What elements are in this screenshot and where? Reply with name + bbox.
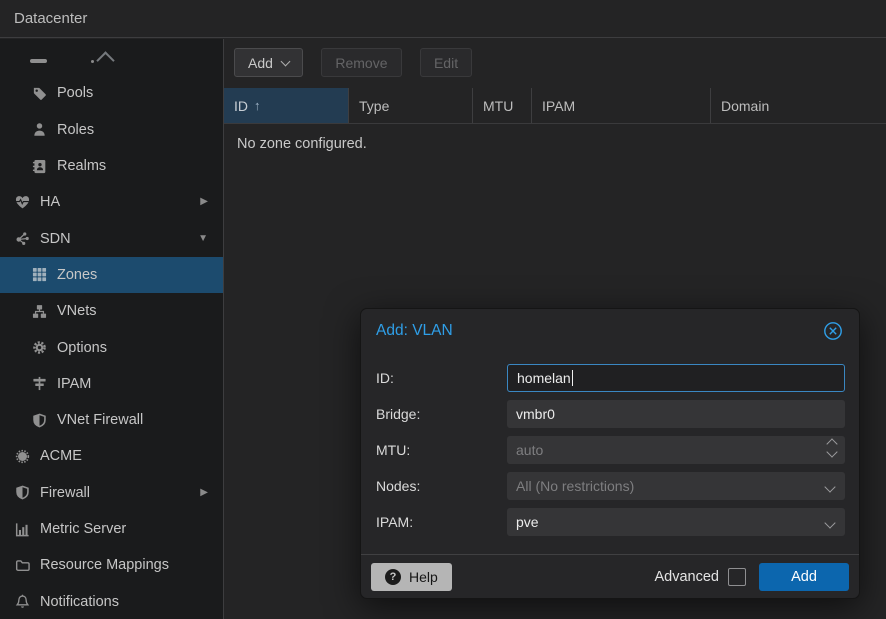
partial-dot bbox=[91, 60, 94, 63]
sidebar-item-realms[interactable]: Realms bbox=[0, 148, 223, 184]
caret-down-icon: ▼ bbox=[198, 234, 208, 244]
sidebar-item-vnets[interactable]: VNets bbox=[0, 293, 223, 329]
sidebar-item-roles[interactable]: Roles bbox=[0, 112, 223, 148]
sidebar-item-zones[interactable]: Zones bbox=[0, 257, 223, 293]
bridge-label: Bridge: bbox=[376, 406, 507, 422]
sidebar-nav: Pools Roles Realms HA ▶ SDN bbox=[0, 39, 224, 619]
sidebar-item-firewall[interactable]: Firewall ▶ bbox=[0, 475, 223, 511]
bell-icon bbox=[14, 594, 30, 610]
add-vlan-dialog: Add: VLAN ID: homelan Bridge: vmbr0 MT bbox=[360, 308, 860, 599]
caret-right-icon: ▶ bbox=[200, 197, 208, 207]
field-row-ipam: IPAM: pve bbox=[376, 508, 845, 536]
sidebar-item-label: HA bbox=[40, 194, 60, 210]
sidebar-item-acme[interactable]: ACME bbox=[0, 438, 223, 474]
bridge-input[interactable]: vmbr0 bbox=[507, 400, 845, 428]
page-title: Datacenter bbox=[0, 10, 87, 27]
column-header-type[interactable]: Type bbox=[349, 88, 473, 123]
user-icon bbox=[31, 122, 47, 138]
text-cursor bbox=[572, 370, 573, 386]
sidebar-item-label: Pools bbox=[57, 85, 93, 101]
nodes-select[interactable]: All (No restrictions) bbox=[507, 472, 845, 500]
dialog-body: ID: homelan Bridge: vmbr0 MTU: auto bbox=[361, 353, 859, 554]
address-book-icon bbox=[31, 158, 47, 174]
caret-right-icon: ▶ bbox=[200, 488, 208, 498]
sitemap-icon bbox=[31, 303, 47, 319]
sidebar-item-partial[interactable] bbox=[0, 39, 223, 75]
sidebar-item-label: Metric Server bbox=[40, 521, 126, 537]
tag-icon bbox=[31, 85, 47, 101]
chevron-down-icon bbox=[824, 481, 835, 492]
sidebar-item-resource-mappings[interactable]: Resource Mappings bbox=[0, 547, 223, 583]
nodes-label: Nodes: bbox=[376, 478, 507, 494]
sidebar-item-label: Realms bbox=[57, 158, 106, 174]
mtu-label: MTU: bbox=[376, 442, 507, 458]
mtu-spinner[interactable]: auto bbox=[507, 436, 845, 464]
zones-toolbar: Add Remove Edit bbox=[224, 39, 886, 88]
proxmox-datacenter-window: Datacenter Pools Roles Realms bbox=[0, 0, 886, 619]
edit-button[interactable]: Edit bbox=[420, 48, 472, 77]
sidebar-item-label: VNet Firewall bbox=[57, 412, 143, 428]
dialog-title: Add: VLAN bbox=[376, 322, 453, 340]
empty-state-text: No zone configured. bbox=[224, 124, 886, 164]
sidebar-item-label: Options bbox=[57, 340, 107, 356]
field-row-id: ID: homelan bbox=[376, 364, 845, 392]
sidebar-item-notifications[interactable]: Notifications bbox=[0, 583, 223, 619]
sidebar-item-pools[interactable]: Pools bbox=[0, 75, 223, 111]
sidebar-item-options[interactable]: Options bbox=[0, 329, 223, 365]
sort-ascending-icon: ↑ bbox=[254, 98, 261, 113]
close-icon[interactable] bbox=[822, 320, 844, 342]
add-button[interactable]: Add bbox=[234, 48, 303, 77]
signpost-icon bbox=[31, 376, 47, 392]
sidebar-item-label: VNets bbox=[57, 303, 97, 319]
id-label: ID: bbox=[376, 370, 507, 386]
partial-icon bbox=[30, 59, 47, 63]
sidebar-item-label: SDN bbox=[40, 231, 71, 247]
dialog-footer: ? Help Advanced Add bbox=[361, 554, 859, 598]
question-mark-icon: ? bbox=[385, 569, 401, 585]
share-nodes-icon bbox=[14, 231, 30, 247]
chevron-down-icon bbox=[280, 56, 290, 66]
sidebar-item-label: Notifications bbox=[40, 594, 119, 610]
advanced-label: Advanced bbox=[655, 569, 720, 585]
sidebar-item-vnet-firewall[interactable]: VNet Firewall bbox=[0, 402, 223, 438]
bar-chart-icon bbox=[14, 521, 30, 537]
dialog-add-button[interactable]: Add bbox=[759, 563, 849, 591]
sidebar-item-ha[interactable]: HA ▶ bbox=[0, 184, 223, 220]
shield-icon bbox=[14, 485, 30, 501]
sidebar-item-label: Firewall bbox=[40, 485, 90, 501]
spinner-arrows-icon[interactable] bbox=[828, 440, 836, 456]
sidebar-item-metric-server[interactable]: Metric Server bbox=[0, 511, 223, 547]
advanced-checkbox[interactable] bbox=[728, 568, 746, 586]
column-header-id[interactable]: ID ↑ bbox=[224, 88, 349, 123]
column-header-ipam[interactable]: IPAM bbox=[532, 88, 711, 123]
heartbeat-icon bbox=[14, 194, 30, 210]
field-row-nodes: Nodes: All (No restrictions) bbox=[376, 472, 845, 500]
id-input[interactable]: homelan bbox=[507, 364, 845, 392]
folder-icon bbox=[14, 557, 30, 573]
sidebar-item-label: Roles bbox=[57, 122, 94, 138]
shield-icon bbox=[31, 412, 47, 428]
grid-icon bbox=[31, 267, 47, 283]
sidebar-item-label: IPAM bbox=[57, 376, 91, 392]
column-header-domain[interactable]: Domain bbox=[711, 88, 886, 123]
seal-icon bbox=[14, 448, 30, 464]
sidebar-item-label: ACME bbox=[40, 448, 82, 464]
dialog-header[interactable]: Add: VLAN bbox=[361, 309, 859, 353]
field-row-mtu: MTU: auto bbox=[376, 436, 845, 464]
ipam-select[interactable]: pve bbox=[507, 508, 845, 536]
sidebar-item-sdn[interactable]: SDN ▼ bbox=[0, 220, 223, 256]
chevron-up-icon bbox=[96, 51, 114, 69]
top-bar: Datacenter bbox=[0, 0, 886, 38]
sidebar-item-label: Resource Mappings bbox=[40, 557, 169, 573]
gear-icon bbox=[31, 340, 47, 356]
remove-button[interactable]: Remove bbox=[321, 48, 401, 77]
column-header-mtu[interactable]: MTU bbox=[473, 88, 532, 123]
field-row-bridge: Bridge: vmbr0 bbox=[376, 400, 845, 428]
sidebar-item-label: Zones bbox=[57, 267, 97, 283]
sidebar-item-ipam[interactable]: IPAM bbox=[0, 366, 223, 402]
ipam-label: IPAM: bbox=[376, 514, 507, 530]
help-button[interactable]: ? Help bbox=[371, 563, 452, 591]
zones-table-header: ID ↑ Type MTU IPAM Domain bbox=[224, 88, 886, 124]
chevron-down-icon bbox=[824, 517, 835, 528]
